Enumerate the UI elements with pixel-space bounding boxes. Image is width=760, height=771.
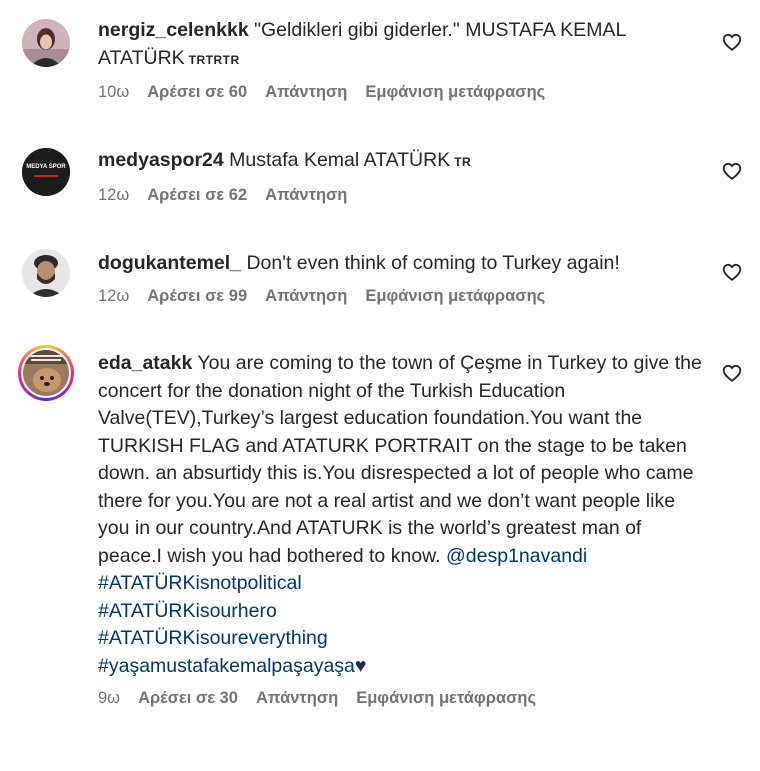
- avatar-image: [23, 350, 69, 396]
- reply-button[interactable]: Απάντηση: [265, 186, 347, 205]
- likes-count[interactable]: Αρέσει σε 99: [147, 287, 247, 306]
- heart-emoji: ♥: [354, 654, 367, 677]
- likes-count[interactable]: Αρέσει σε 60: [147, 83, 247, 102]
- comment-text: dogukantemel_ Don't even think of coming…: [98, 250, 703, 278]
- comment-content: Mustafa Kemal ATATÜRK: [229, 149, 451, 171]
- hashtag-link[interactable]: #ATATÜRKisoureverything: [98, 625, 703, 653]
- avatar-image: [22, 249, 70, 297]
- comment-content: Don't even think of coming to Turkey aga…: [246, 252, 620, 274]
- comment-body: eda_atakk You are coming to the town of …: [98, 350, 703, 708]
- avatar-image: [22, 148, 70, 196]
- avatar[interactable]: [22, 249, 70, 297]
- show-translation-button[interactable]: Εμφάνιση μετάφρασης: [365, 83, 545, 102]
- likes-count[interactable]: Αρέσει σε 30: [138, 689, 238, 708]
- reply-button[interactable]: Απάντηση: [265, 287, 347, 306]
- flag-emoji: TR: [454, 155, 472, 169]
- story-ring-avatar[interactable]: [18, 345, 74, 401]
- avatar[interactable]: MEDYA SPOR: [22, 148, 70, 196]
- username[interactable]: medyaspor24: [98, 149, 224, 171]
- reply-button[interactable]: Απάντηση: [265, 83, 347, 102]
- heart-outline-icon[interactable]: [721, 31, 743, 53]
- username[interactable]: eda_atakk: [98, 352, 192, 374]
- heart-outline-icon[interactable]: [721, 261, 743, 283]
- comment-body: medyaspor24 Mustafa Kemal ATATÜRK TR 12ω …: [98, 147, 703, 205]
- comment-content: You are coming to the town of Çeşme in T…: [98, 352, 702, 567]
- timestamp[interactable]: 12ω: [98, 287, 129, 306]
- username[interactable]: dogukantemel_: [98, 252, 241, 274]
- username[interactable]: nergiz_celenkkk: [98, 19, 249, 41]
- comment-text: eda_atakk You are coming to the town of …: [98, 350, 703, 680]
- comment-meta: 10ω Αρέσει σε 60 Απάντηση Εμφάνιση μετάφ…: [98, 83, 703, 102]
- timestamp[interactable]: 10ω: [98, 83, 129, 102]
- heart-outline-icon[interactable]: [721, 160, 743, 182]
- comment-text: medyaspor24 Mustafa Kemal ATATÜRK TR: [98, 147, 703, 177]
- avatar-image: [22, 19, 70, 67]
- hashtag-link[interactable]: #ATATÜRKisnotpolitical: [98, 570, 703, 598]
- hashtag-link[interactable]: #ATATÜRKisourhero: [98, 598, 703, 626]
- timestamp[interactable]: 9ω: [98, 689, 120, 708]
- comment-meta: 12ω Αρέσει σε 99 Απάντηση Εμφάνιση μετάφ…: [98, 287, 703, 306]
- heart-outline-icon[interactable]: [721, 362, 743, 384]
- show-translation-button[interactable]: Εμφάνιση μετάφρασης: [365, 287, 545, 306]
- comment-meta: 9ω Αρέσει σε 30 Απάντηση Εμφάνιση μετάφρ…: [98, 689, 703, 708]
- hashtag-link[interactable]: #yaşamustafakemalpaşayaşa: [98, 655, 355, 677]
- comment-body: nergiz_celenkkk "Geldikleri gibi giderle…: [98, 17, 703, 102]
- likes-count[interactable]: Αρέσει σε 62: [147, 186, 247, 205]
- reply-button[interactable]: Απάντηση: [256, 689, 338, 708]
- avatar-logo-text: MEDYA SPOR: [26, 164, 66, 170]
- timestamp[interactable]: 12ω: [98, 186, 129, 205]
- mention-link[interactable]: @desp1navandi: [446, 545, 587, 567]
- comment-text: nergiz_celenkkk "Geldikleri gibi giderle…: [98, 17, 703, 74]
- show-translation-button[interactable]: Εμφάνιση μετάφρασης: [356, 689, 536, 708]
- comment-meta: 12ω Αρέσει σε 62 Απάντηση: [98, 186, 703, 205]
- flag-emoji: TRTRTR: [188, 52, 240, 67]
- avatar[interactable]: [22, 19, 70, 67]
- comment-body: dogukantemel_ Don't even think of coming…: [98, 250, 703, 306]
